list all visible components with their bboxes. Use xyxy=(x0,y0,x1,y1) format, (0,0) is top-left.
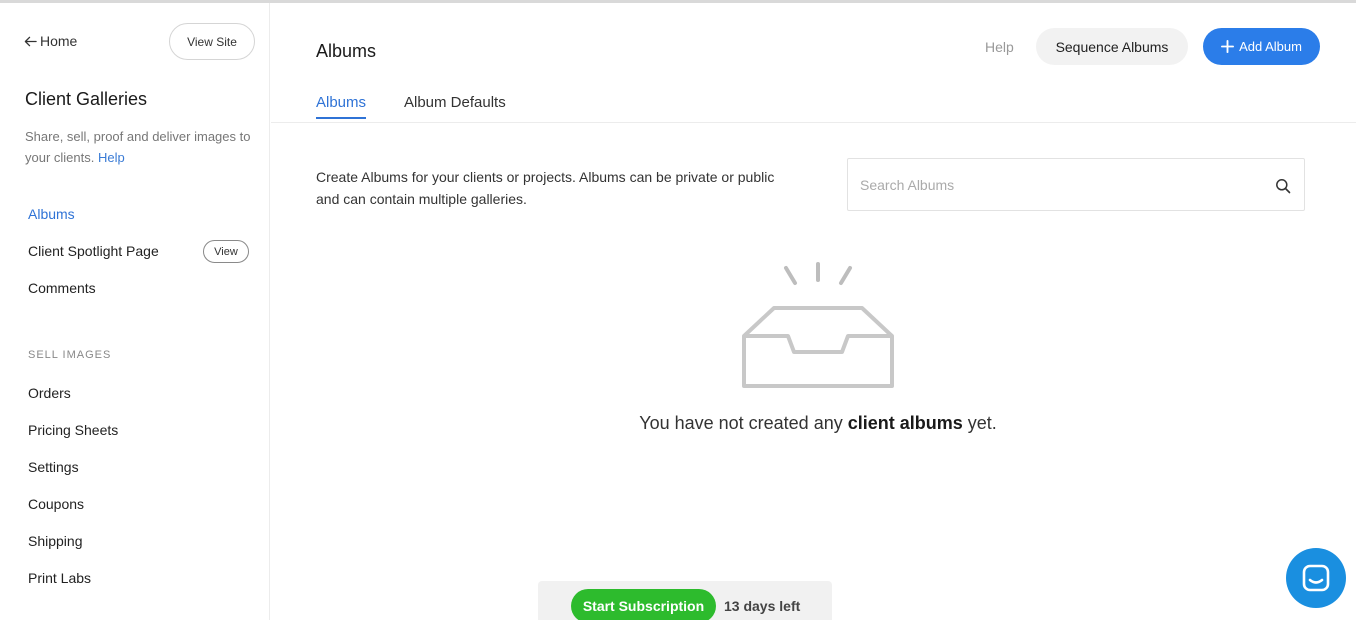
search-input[interactable] xyxy=(860,159,1260,210)
spotlight-view-button[interactable]: View xyxy=(203,240,249,263)
tab-album-defaults[interactable]: Album Defaults xyxy=(404,94,506,117)
sidebar-item-coupons[interactable]: Coupons xyxy=(28,496,84,512)
sequence-albums-button[interactable]: Sequence Albums xyxy=(1036,28,1188,65)
view-site-button[interactable]: View Site xyxy=(169,23,255,60)
tabs-divider xyxy=(271,122,1356,123)
add-album-label: Add Album xyxy=(1239,39,1302,54)
arrow-left-icon xyxy=(24,36,37,46)
empty-state-message: You have not created any client albums y… xyxy=(271,413,1356,434)
search-icon[interactable] xyxy=(1275,178,1291,194)
chat-icon xyxy=(1302,564,1330,592)
sidebar-item-comments[interactable]: Comments xyxy=(28,280,96,296)
sell-images-section-label: SELL IMAGES xyxy=(28,349,112,361)
start-subscription-button[interactable]: Start Subscription xyxy=(571,589,716,620)
main-content: Albums Help Sequence Albums Add Album Al… xyxy=(271,3,1356,620)
chat-launcher-button[interactable] xyxy=(1286,548,1346,608)
sidebar-item-orders[interactable]: Orders xyxy=(28,385,71,401)
inbox-tray-icon xyxy=(742,262,894,388)
header-help-link[interactable]: Help xyxy=(985,39,1014,55)
empty-prefix: You have not created any xyxy=(639,413,848,433)
albums-intro-text: Create Albums for your clients or projec… xyxy=(316,169,775,207)
search-box xyxy=(847,158,1305,211)
sidebar-item-albums[interactable]: Albums xyxy=(28,206,75,222)
home-link-label: Home xyxy=(40,33,78,49)
page-title: Albums xyxy=(316,41,377,61)
sidebar-item-pricing-sheets[interactable]: Pricing Sheets xyxy=(28,422,118,438)
sidebar-help-link[interactable]: Help xyxy=(98,150,125,165)
empty-suffix: yet. xyxy=(962,413,997,433)
plus-icon xyxy=(1221,40,1235,53)
sidebar-item-client-spotlight[interactable]: Client Spotlight Page xyxy=(28,243,159,259)
add-album-button[interactable]: Add Album xyxy=(1203,28,1320,65)
subscription-bar: Start Subscription 13 days left xyxy=(538,581,832,620)
sidebar-description: Share, sell, proof and deliver images to… xyxy=(25,126,261,168)
sidebar-item-shipping[interactable]: Shipping xyxy=(28,533,83,549)
sidebar-item-settings[interactable]: Settings xyxy=(28,459,79,475)
empty-bold: client albums xyxy=(847,413,963,433)
sidebar-title: Client Galleries xyxy=(25,89,148,109)
home-link[interactable]: Home xyxy=(24,33,77,49)
sidebar-description-text: Share, sell, proof and deliver images to… xyxy=(25,129,251,165)
sidebar-item-print-labs[interactable]: Print Labs xyxy=(28,570,91,586)
tab-albums[interactable]: Albums xyxy=(316,94,367,119)
trial-days-left: 13 days left xyxy=(724,598,801,614)
sidebar: Home View Site Client Galleries Share, s… xyxy=(0,3,270,620)
